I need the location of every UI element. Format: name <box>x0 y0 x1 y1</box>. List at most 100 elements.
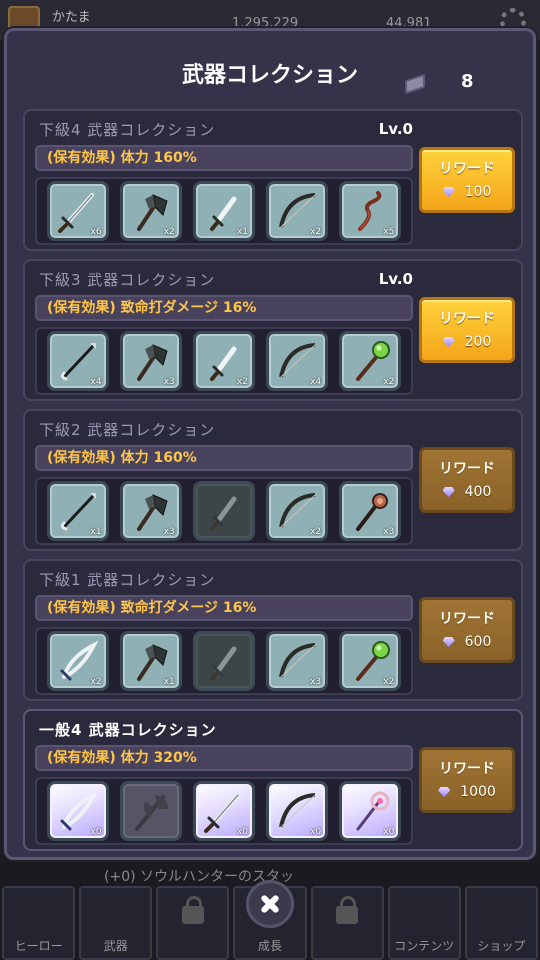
weapon-slot[interactable]: x1 <box>119 631 182 691</box>
owned-effect-text: (保有効果) 致命打ダメージ 16% <box>35 595 413 621</box>
weapon-quantity: x3 <box>310 677 322 687</box>
reward-amount-row: 600 <box>442 634 492 650</box>
weapon-slot[interactable]: x0 <box>46 781 109 841</box>
nav-shop[interactable]: ショップ <box>464 886 538 960</box>
weapon-slot[interactable]: x2 <box>46 631 109 691</box>
weapon-slot[interactable]: x1 <box>192 181 255 241</box>
weapon-quantity: x3 <box>163 377 175 387</box>
collection-card: 下級4 武器コレクション Lv.0 (保有効果) 体力 160% x6 x2 x1 x2 x5… <box>23 109 523 251</box>
dagger-icon <box>209 646 237 681</box>
lock-icon <box>336 896 359 924</box>
reward-amount-row: 1000 <box>438 784 496 800</box>
weapon-slot[interactable]: x0 <box>192 781 255 841</box>
weapon-quantity: x4 <box>310 377 322 387</box>
book-icon <box>405 73 425 95</box>
collection-count-value: 8 <box>461 71 474 92</box>
collection-level: Lv.0 <box>378 270 413 288</box>
weapon-quantity: x2 <box>310 527 322 537</box>
weapon-slot[interactable]: x0 <box>266 781 329 841</box>
reward-button[interactable]: リワード 100 <box>419 147 515 213</box>
reward-label: リワード <box>439 761 495 777</box>
close-button[interactable] <box>246 880 294 928</box>
weapon-slot[interactable]: x1 <box>46 481 109 541</box>
owned-effect-text: (保有効果) 体力 160% <box>35 445 413 471</box>
collection-card: 一般4 武器コレクション (保有効果) 体力 320% x0 x0 x0 x0 リワード 10… <box>23 709 523 851</box>
weapon-quantity: x2 <box>163 227 175 237</box>
weapon-quantity: x0 <box>383 827 395 837</box>
weapon-quantity: x1 <box>90 527 102 537</box>
weapon-slot[interactable]: x3 <box>119 481 182 541</box>
reward-label: リワード <box>439 461 495 477</box>
owned-effect-text: (保有効果) 致命打ダメージ 16% <box>35 295 413 321</box>
reward-amount: 1000 <box>460 784 496 800</box>
weapon-slot[interactable] <box>192 481 255 541</box>
weapon-slots: x4 x3 x2 x4 x2 <box>35 327 413 395</box>
weapon-slot[interactable]: x2 <box>119 181 182 241</box>
collection-title: 下級2 武器コレクション <box>39 421 216 439</box>
weapon-quantity: x0 <box>236 827 248 837</box>
weapon-slot[interactable] <box>119 781 182 841</box>
nav-weapon[interactable]: 武器 <box>79 886 153 960</box>
collection-title: 下級1 武器コレクション <box>39 571 216 589</box>
weapon-slot[interactable]: x2 <box>192 331 255 391</box>
reward-label: リワード <box>439 311 495 327</box>
reward-label: リワード <box>439 161 495 177</box>
weapon-slot[interactable]: x4 <box>266 331 329 391</box>
weapon-slots: x6 x2 x1 x2 x5 <box>35 177 413 245</box>
gem-icon <box>438 787 451 797</box>
weapon-quantity: x1 <box>163 677 175 687</box>
nav-locked-1[interactable] <box>156 886 230 960</box>
gem-icon <box>442 337 455 347</box>
weapon-slot[interactable]: x3 <box>266 631 329 691</box>
weapon-slot[interactable]: x3 <box>339 481 402 541</box>
reward-button[interactable]: リワード 600 <box>419 597 515 663</box>
weapon-slot[interactable] <box>192 631 255 691</box>
player-name: かたま <box>52 10 91 25</box>
weapon-slot[interactable]: x2 <box>339 331 402 391</box>
weapon-slot[interactable]: x6 <box>46 181 109 241</box>
collection-card: 下級3 武器コレクション Lv.0 (保有効果) 致命打ダメージ 16% x4 x3 x2… <box>23 259 523 401</box>
weapon-quantity: x2 <box>90 677 102 687</box>
weapon-quantity: x2 <box>383 677 395 687</box>
weapon-quantity: x0 <box>90 827 102 837</box>
collection-level: Lv.0 <box>378 120 413 138</box>
reward-amount: 400 <box>464 484 492 500</box>
weapon-slot[interactable]: x0 <box>339 781 402 841</box>
weapon-slots: x1 x3 x2 x3 <box>35 477 413 545</box>
weapon-slot[interactable]: x2 <box>339 631 402 691</box>
reward-amount: 200 <box>464 334 492 350</box>
lock-icon <box>181 896 204 924</box>
weapon-quantity: x4 <box>90 377 102 387</box>
weapon-quantity: x5 <box>383 227 395 237</box>
weapon-collection-modal: 武器コレクション 8 下級4 武器コレクション Lv.0 (保有効果) 体力 160… <box>4 28 536 860</box>
battle-axe-icon <box>134 795 169 831</box>
reward-button[interactable]: リワード 1000 <box>419 747 515 813</box>
weapon-slot[interactable]: x4 <box>46 331 109 391</box>
weapon-quantity: x3 <box>383 527 395 537</box>
reward-amount-row: 100 <box>442 184 491 200</box>
weapon-slot[interactable]: x2 <box>266 181 329 241</box>
weapon-quantity: x0 <box>310 827 322 837</box>
weapon-quantity: x2 <box>310 227 322 237</box>
nav-locked-2[interactable] <box>310 886 384 960</box>
weapon-quantity: x1 <box>236 227 248 237</box>
nav-contents[interactable]: コンテンツ <box>387 886 461 960</box>
weapon-slot[interactable]: x2 <box>266 481 329 541</box>
gem-icon <box>442 187 455 197</box>
gem-icon <box>442 637 455 647</box>
reward-amount-row: 400 <box>442 484 492 500</box>
owned-effect-text: (保有効果) 体力 320% <box>35 745 413 771</box>
reward-amount-row: 200 <box>442 334 492 350</box>
weapon-slot[interactable]: x5 <box>339 181 402 241</box>
reward-button[interactable]: リワード 200 <box>419 297 515 363</box>
owned-effect-text: (保有効果) 体力 160% <box>35 145 413 171</box>
weapon-slot[interactable]: x3 <box>119 331 182 391</box>
collection-title: 一般4 武器コレクション <box>39 721 217 739</box>
reward-amount: 600 <box>464 634 492 650</box>
collection-count: 8 <box>405 71 485 99</box>
weapon-quantity: x2 <box>383 377 395 387</box>
reward-button[interactable]: リワード 400 <box>419 447 515 513</box>
weapon-quantity: x3 <box>163 527 175 537</box>
collection-title: 下級4 武器コレクション <box>39 121 216 139</box>
nav-hero[interactable]: ヒーロー <box>2 886 76 960</box>
